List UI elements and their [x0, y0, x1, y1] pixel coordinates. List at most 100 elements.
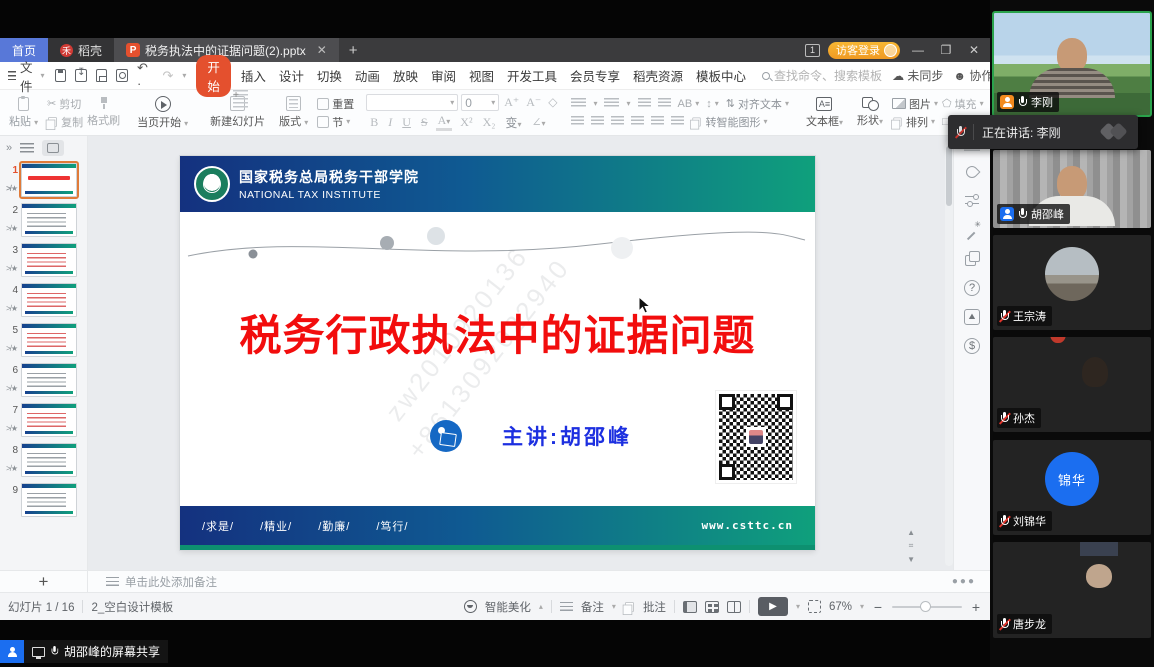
font-size-select[interactable]: 0▾: [461, 94, 499, 111]
window-count-badge[interactable]: 1: [805, 44, 820, 57]
shapes-button[interactable]: 形状▾: [852, 91, 888, 134]
zoom-in-button[interactable]: +: [970, 599, 982, 615]
font-family-select[interactable]: ▾: [366, 94, 458, 111]
undo-icon[interactable]: ↶ ·: [137, 60, 153, 91]
slide-thumb-2[interactable]: 2≯★: [0, 200, 87, 240]
video-tile-tangbulong[interactable]: 唐步龙: [993, 542, 1151, 638]
format-painter-icon[interactable]: [87, 97, 120, 110]
collaborate-button[interactable]: ☻ 协作: [953, 67, 990, 84]
slideshow-play-button[interactable]: ▶: [758, 597, 788, 616]
comments-button[interactable]: 批注: [643, 599, 666, 615]
columns-icon[interactable]: [671, 116, 684, 127]
next-slide-icon[interactable]: ▼: [907, 555, 915, 564]
qat-more-icon[interactable]: ▾: [182, 71, 186, 80]
object-properties-icon[interactable]: [965, 193, 979, 209]
underline-button[interactable]: U: [400, 115, 413, 130]
bold-button[interactable]: B: [368, 115, 380, 130]
template-name[interactable]: 2_空白设计模板: [91, 599, 173, 615]
save-icon[interactable]: [55, 69, 67, 82]
justify-icon[interactable]: [631, 116, 644, 127]
superscript-button[interactable]: X²: [458, 115, 474, 130]
guest-login-button[interactable]: 访客登录: [828, 42, 900, 59]
slide-thumb-5[interactable]: 5≯★: [0, 320, 87, 360]
textbox-button[interactable]: A≡ 文本框▾: [801, 91, 848, 134]
arrange-button[interactable]: 排列▾: [892, 114, 938, 130]
paste-button[interactable]: 粘贴 ▾: [4, 91, 43, 134]
cut-button[interactable]: ✂ 剪切: [47, 96, 83, 112]
zoom-out-button[interactable]: −: [872, 599, 884, 615]
smart-beautify-button[interactable]: 智能美化: [485, 599, 531, 615]
menu-tab-member[interactable]: 会员专享: [570, 66, 620, 85]
video-tile-liujinhua[interactable]: 锦华 刘锦华: [993, 440, 1151, 535]
copy-button[interactable]: 复制: [47, 114, 83, 130]
increase-font-icon[interactable]: A⁺: [502, 95, 521, 110]
align-center-icon[interactable]: [591, 116, 604, 127]
slide-thumb-7[interactable]: 7≯★: [0, 400, 87, 440]
bullet-list-icon[interactable]: [571, 98, 586, 109]
menu-tab-insert[interactable]: 插入: [241, 66, 266, 85]
menu-tab-template-center[interactable]: 模板中心: [696, 66, 746, 85]
slide-1-canvas[interactable]: 国家税务总局税务干部学院 NATIONAL TAX INSTITUTE zw20…: [180, 156, 815, 550]
minimize-button[interactable]: —: [908, 43, 928, 57]
picture-button[interactable]: 图片▾: [892, 96, 938, 112]
menu-tab-review[interactable]: 审阅: [431, 66, 456, 85]
increase-indent-icon[interactable]: [658, 98, 671, 109]
panel-handle-icon[interactable]: ●●●: [952, 576, 976, 587]
to-smartart-button[interactable]: 转智能图形▾: [691, 114, 767, 130]
layout-button[interactable]: 版式 ▾: [274, 91, 313, 134]
align-text-button[interactable]: ⇅ 对齐文本▾: [726, 96, 789, 112]
align-left-icon[interactable]: [571, 116, 584, 127]
fill-button[interactable]: ⬠ 填充▾: [942, 96, 984, 112]
file-menu[interactable]: 文件 ▾: [8, 57, 45, 95]
menu-tab-slideshow[interactable]: 放映: [393, 66, 418, 85]
menu-tab-animation[interactable]: 动画: [355, 66, 380, 85]
video-tile-wangzongtao[interactable]: 王宗涛: [993, 235, 1151, 330]
export-image-icon[interactable]: ⛰: [964, 309, 980, 325]
redo-icon[interactable]: ↷: [162, 68, 173, 84]
video-tile-sunjie[interactable]: 孙杰: [993, 337, 1151, 432]
export-icon[interactable]: [75, 69, 87, 82]
close-button[interactable]: ✕: [964, 43, 984, 57]
section-button[interactable]: 节 ▾: [317, 114, 354, 130]
menu-tab-docer-resources[interactable]: 稻壳资源: [633, 66, 683, 85]
play-from-current-button[interactable]: 当页开始 ▾: [132, 91, 193, 134]
slide-sorter-view-icon[interactable]: [705, 601, 719, 613]
text-direction-button[interactable]: AB▾: [678, 98, 700, 110]
expand-panel-icon[interactable]: »: [6, 142, 12, 154]
normal-view-icon[interactable]: [683, 601, 697, 613]
line-spacing-button[interactable]: ↕▾: [706, 98, 719, 110]
print-preview-icon[interactable]: [116, 69, 128, 82]
slide-thumb-4[interactable]: 4≯★: [0, 280, 87, 320]
quick-send-icon[interactable]: [964, 164, 980, 180]
beautify-chevron-icon[interactable]: ▴: [539, 602, 543, 611]
reading-view-icon[interactable]: [727, 601, 741, 613]
video-tile-ligang[interactable]: 李刚: [993, 12, 1151, 116]
notes-toggle-button[interactable]: 备注: [581, 599, 604, 615]
decrease-font-icon[interactable]: A⁻: [524, 95, 543, 110]
notes-input[interactable]: 单击此处添加备注: [88, 574, 217, 590]
maximize-button[interactable]: ❐: [936, 43, 956, 57]
speaking-indicator-toast[interactable]: 正在讲话: 李刚: [948, 115, 1138, 149]
outline-view-icon[interactable]: [20, 143, 34, 154]
align-right-icon[interactable]: [611, 116, 624, 127]
editor-canvas[interactable]: 国家税务总局税务干部学院 NATIONAL TAX INSTITUTE zw20…: [88, 136, 953, 570]
add-slide-button[interactable]: +: [0, 571, 88, 592]
slide-jump-icon[interactable]: ⌗: [909, 541, 914, 551]
sync-status-button[interactable]: ☁ 未同步: [892, 67, 943, 84]
help-icon[interactable]: ?: [964, 280, 980, 296]
slide-thumb-9[interactable]: 9: [0, 480, 87, 520]
italic-button[interactable]: I: [386, 115, 394, 130]
menu-tab-devtools[interactable]: 开发工具: [507, 66, 557, 85]
vertical-scrollbar[interactable]: [945, 140, 953, 566]
slide-thumb-8[interactable]: 8≯★: [0, 440, 87, 480]
fit-to-window-icon[interactable]: [808, 600, 821, 613]
reset-button[interactable]: 重置: [317, 96, 354, 112]
screen-share-toast[interactable]: 胡邵峰的屏幕共享: [0, 640, 168, 663]
format-painter-button[interactable]: 格式刷: [87, 112, 120, 128]
highlight-button[interactable]: ∠▾: [529, 115, 547, 130]
play-options-chevron-icon[interactable]: ▾: [796, 602, 800, 611]
menu-tab-transition[interactable]: 切换: [317, 66, 342, 85]
subscript-button[interactable]: X₂: [481, 115, 498, 130]
slide-thumb-6[interactable]: 6≯★: [0, 360, 87, 400]
decrease-indent-icon[interactable]: [638, 98, 651, 109]
